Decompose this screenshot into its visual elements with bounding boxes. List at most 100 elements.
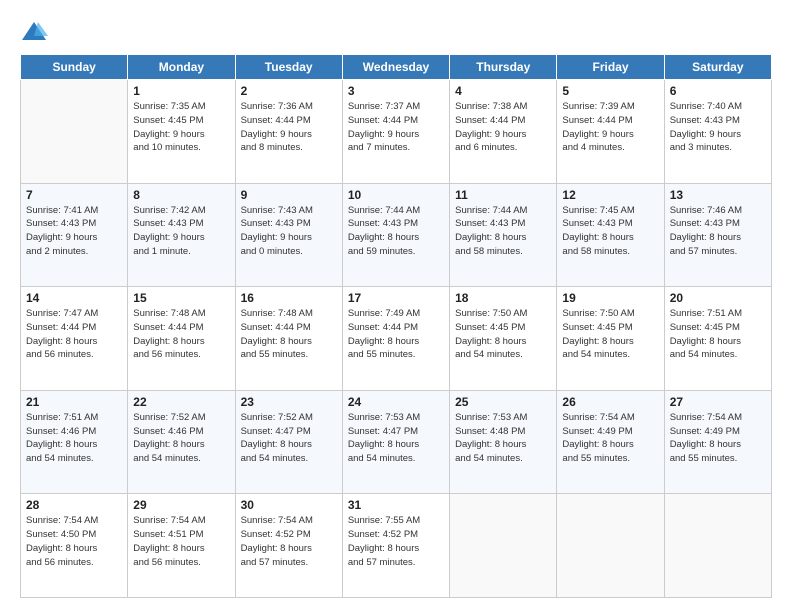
day-number: 9 bbox=[241, 188, 337, 202]
day-number: 10 bbox=[348, 188, 444, 202]
logo-icon bbox=[20, 18, 48, 46]
day-number: 6 bbox=[670, 84, 766, 98]
week-row-2: 14 Sunrise: 7:47 AM Sunset: 4:44 PM Dayli… bbox=[21, 287, 772, 391]
day-number: 8 bbox=[133, 188, 229, 202]
col-header-wednesday: Wednesday bbox=[342, 55, 449, 80]
day-info: Sunrise: 7:53 AM Sunset: 4:47 PM Dayligh… bbox=[348, 411, 444, 466]
calendar-cell: 10 Sunrise: 7:44 AM Sunset: 4:43 PM Dayli… bbox=[342, 183, 449, 287]
day-info: Sunrise: 7:38 AM Sunset: 4:44 PM Dayligh… bbox=[455, 100, 551, 155]
col-header-monday: Monday bbox=[128, 55, 235, 80]
day-info: Sunrise: 7:35 AM Sunset: 4:45 PM Dayligh… bbox=[133, 100, 229, 155]
week-row-0: 1 Sunrise: 7:35 AM Sunset: 4:45 PM Daylig… bbox=[21, 80, 772, 184]
day-number: 14 bbox=[26, 291, 122, 305]
day-info: Sunrise: 7:45 AM Sunset: 4:43 PM Dayligh… bbox=[562, 204, 658, 259]
calendar-cell bbox=[450, 494, 557, 598]
week-row-1: 7 Sunrise: 7:41 AM Sunset: 4:43 PM Daylig… bbox=[21, 183, 772, 287]
day-number: 25 bbox=[455, 395, 551, 409]
calendar-cell: 29 Sunrise: 7:54 AM Sunset: 4:51 PM Dayli… bbox=[128, 494, 235, 598]
day-number: 1 bbox=[133, 84, 229, 98]
day-number: 19 bbox=[562, 291, 658, 305]
day-number: 13 bbox=[670, 188, 766, 202]
calendar-cell: 7 Sunrise: 7:41 AM Sunset: 4:43 PM Daylig… bbox=[21, 183, 128, 287]
day-number: 16 bbox=[241, 291, 337, 305]
calendar-header: SundayMondayTuesdayWednesdayThursdayFrid… bbox=[21, 55, 772, 80]
calendar-cell: 9 Sunrise: 7:43 AM Sunset: 4:43 PM Daylig… bbox=[235, 183, 342, 287]
day-info: Sunrise: 7:51 AM Sunset: 4:46 PM Dayligh… bbox=[26, 411, 122, 466]
day-info: Sunrise: 7:42 AM Sunset: 4:43 PM Dayligh… bbox=[133, 204, 229, 259]
day-info: Sunrise: 7:54 AM Sunset: 4:49 PM Dayligh… bbox=[670, 411, 766, 466]
day-info: Sunrise: 7:48 AM Sunset: 4:44 PM Dayligh… bbox=[241, 307, 337, 362]
day-number: 11 bbox=[455, 188, 551, 202]
calendar-cell: 16 Sunrise: 7:48 AM Sunset: 4:44 PM Dayli… bbox=[235, 287, 342, 391]
day-info: Sunrise: 7:52 AM Sunset: 4:47 PM Dayligh… bbox=[241, 411, 337, 466]
day-info: Sunrise: 7:50 AM Sunset: 4:45 PM Dayligh… bbox=[562, 307, 658, 362]
calendar-cell: 12 Sunrise: 7:45 AM Sunset: 4:43 PM Dayli… bbox=[557, 183, 664, 287]
day-info: Sunrise: 7:44 AM Sunset: 4:43 PM Dayligh… bbox=[455, 204, 551, 259]
day-number: 15 bbox=[133, 291, 229, 305]
day-number: 31 bbox=[348, 498, 444, 512]
day-number: 18 bbox=[455, 291, 551, 305]
calendar-cell: 20 Sunrise: 7:51 AM Sunset: 4:45 PM Dayli… bbox=[664, 287, 771, 391]
day-number: 4 bbox=[455, 84, 551, 98]
calendar-cell bbox=[557, 494, 664, 598]
day-info: Sunrise: 7:39 AM Sunset: 4:44 PM Dayligh… bbox=[562, 100, 658, 155]
calendar-cell: 2Sunrise: 7:36 AM Sunset: 4:44 PM Daylig… bbox=[235, 80, 342, 184]
day-number: 20 bbox=[670, 291, 766, 305]
header-row: SundayMondayTuesdayWednesdayThursdayFrid… bbox=[21, 55, 772, 80]
calendar-cell: 19 Sunrise: 7:50 AM Sunset: 4:45 PM Dayli… bbox=[557, 287, 664, 391]
calendar-cell bbox=[664, 494, 771, 598]
calendar-cell: 14 Sunrise: 7:47 AM Sunset: 4:44 PM Dayli… bbox=[21, 287, 128, 391]
day-number: 23 bbox=[241, 395, 337, 409]
calendar-body: 1 Sunrise: 7:35 AM Sunset: 4:45 PM Daylig… bbox=[21, 80, 772, 598]
calendar-cell: 27 Sunrise: 7:54 AM Sunset: 4:49 PM Dayli… bbox=[664, 390, 771, 494]
day-info: Sunrise: 7:46 AM Sunset: 4:43 PM Dayligh… bbox=[670, 204, 766, 259]
day-info: Sunrise: 7:37 AM Sunset: 4:44 PM Dayligh… bbox=[348, 100, 444, 155]
week-row-4: 28Sunrise: 7:54 AM Sunset: 4:50 PM Dayli… bbox=[21, 494, 772, 598]
col-header-sunday: Sunday bbox=[21, 55, 128, 80]
day-number: 21 bbox=[26, 395, 122, 409]
day-info: Sunrise: 7:52 AM Sunset: 4:46 PM Dayligh… bbox=[133, 411, 229, 466]
day-info: Sunrise: 7:55 AM Sunset: 4:52 PM Dayligh… bbox=[348, 514, 444, 569]
day-info: Sunrise: 7:54 AM Sunset: 4:50 PM Dayligh… bbox=[26, 514, 122, 569]
day-number: 30 bbox=[241, 498, 337, 512]
day-number: 27 bbox=[670, 395, 766, 409]
week-row-3: 21 Sunrise: 7:51 AM Sunset: 4:46 PM Dayli… bbox=[21, 390, 772, 494]
day-info: Sunrise: 7:49 AM Sunset: 4:44 PM Dayligh… bbox=[348, 307, 444, 362]
day-info: Sunrise: 7:53 AM Sunset: 4:48 PM Dayligh… bbox=[455, 411, 551, 466]
calendar-cell: 6 Sunrise: 7:40 AM Sunset: 4:43 PM Daylig… bbox=[664, 80, 771, 184]
page: SundayMondayTuesdayWednesdayThursdayFrid… bbox=[0, 0, 792, 612]
day-number: 12 bbox=[562, 188, 658, 202]
calendar-cell: 13 Sunrise: 7:46 AM Sunset: 4:43 PM Dayli… bbox=[664, 183, 771, 287]
calendar-cell: 8 Sunrise: 7:42 AM Sunset: 4:43 PM Daylig… bbox=[128, 183, 235, 287]
calendar-cell: 30 Sunrise: 7:54 AM Sunset: 4:52 PM Dayli… bbox=[235, 494, 342, 598]
day-info: Sunrise: 7:41 AM Sunset: 4:43 PM Dayligh… bbox=[26, 204, 122, 259]
calendar-cell: 21 Sunrise: 7:51 AM Sunset: 4:46 PM Dayli… bbox=[21, 390, 128, 494]
day-info: Sunrise: 7:54 AM Sunset: 4:51 PM Dayligh… bbox=[133, 514, 229, 569]
day-number: 7 bbox=[26, 188, 122, 202]
calendar-cell: 28Sunrise: 7:54 AM Sunset: 4:50 PM Dayli… bbox=[21, 494, 128, 598]
calendar-cell: 25 Sunrise: 7:53 AM Sunset: 4:48 PM Dayli… bbox=[450, 390, 557, 494]
calendar-cell: 1 Sunrise: 7:35 AM Sunset: 4:45 PM Daylig… bbox=[128, 80, 235, 184]
col-header-thursday: Thursday bbox=[450, 55, 557, 80]
day-number: 22 bbox=[133, 395, 229, 409]
day-info: Sunrise: 7:54 AM Sunset: 4:52 PM Dayligh… bbox=[241, 514, 337, 569]
day-info: Sunrise: 7:47 AM Sunset: 4:44 PM Dayligh… bbox=[26, 307, 122, 362]
calendar-cell: 26Sunrise: 7:54 AM Sunset: 4:49 PM Dayli… bbox=[557, 390, 664, 494]
calendar-cell: 17Sunrise: 7:49 AM Sunset: 4:44 PM Dayli… bbox=[342, 287, 449, 391]
calendar-table: SundayMondayTuesdayWednesdayThursdayFrid… bbox=[20, 54, 772, 598]
calendar-cell: 5 Sunrise: 7:39 AM Sunset: 4:44 PM Daylig… bbox=[557, 80, 664, 184]
col-header-tuesday: Tuesday bbox=[235, 55, 342, 80]
day-number: 26 bbox=[562, 395, 658, 409]
day-number: 24 bbox=[348, 395, 444, 409]
col-header-friday: Friday bbox=[557, 55, 664, 80]
day-info: Sunrise: 7:51 AM Sunset: 4:45 PM Dayligh… bbox=[670, 307, 766, 362]
day-info: Sunrise: 7:43 AM Sunset: 4:43 PM Dayligh… bbox=[241, 204, 337, 259]
calendar-cell: 3Sunrise: 7:37 AM Sunset: 4:44 PM Daylig… bbox=[342, 80, 449, 184]
calendar-cell: 11 Sunrise: 7:44 AM Sunset: 4:43 PM Dayli… bbox=[450, 183, 557, 287]
day-info: Sunrise: 7:36 AM Sunset: 4:44 PM Dayligh… bbox=[241, 100, 337, 155]
day-info: Sunrise: 7:40 AM Sunset: 4:43 PM Dayligh… bbox=[670, 100, 766, 155]
calendar-cell: 18Sunrise: 7:50 AM Sunset: 4:45 PM Dayli… bbox=[450, 287, 557, 391]
day-info: Sunrise: 7:44 AM Sunset: 4:43 PM Dayligh… bbox=[348, 204, 444, 259]
day-number: 29 bbox=[133, 498, 229, 512]
day-number: 5 bbox=[562, 84, 658, 98]
